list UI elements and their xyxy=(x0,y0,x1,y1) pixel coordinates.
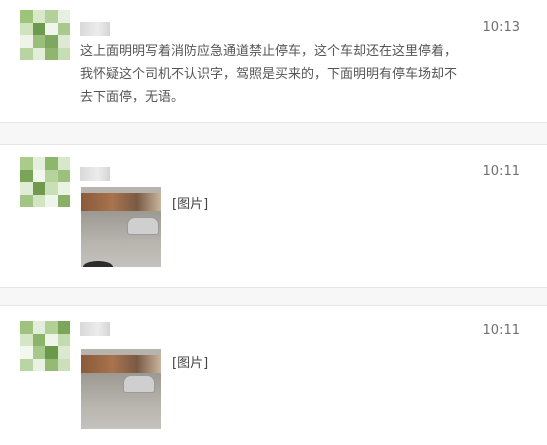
image-thumbnail[interactable] xyxy=(81,187,161,267)
message-text: 这上面明明写着消防应急通道禁止停车，这个车却还在这里停着， 我怀疑这个司机不认识… xyxy=(80,40,500,109)
message-text-line: 这上面明明写着消防应急通道禁止停车，这个车却还在这里停着， xyxy=(80,44,458,59)
avatar[interactable] xyxy=(20,157,70,207)
chat-message: 10:11 [图片] xyxy=(0,145,547,287)
chat-message: 10:13 这上面明明写着消防应急通道禁止停车，这个车却还在这里停着， 我怀疑这… xyxy=(0,0,547,122)
image-thumbnail[interactable] xyxy=(81,349,161,429)
sender-name xyxy=(80,22,110,36)
sender-name xyxy=(80,322,110,336)
avatar[interactable] xyxy=(20,10,70,60)
message-text-line: 去下面停，无语。 xyxy=(80,90,185,105)
avatar[interactable] xyxy=(20,321,70,371)
image-label: [图片] xyxy=(172,356,209,371)
image-label: [图片] xyxy=(172,197,209,212)
message-time: 10:11 xyxy=(482,323,520,338)
sender-name xyxy=(80,167,110,181)
divider xyxy=(0,123,547,145)
message-time: 10:11 xyxy=(482,164,520,179)
divider xyxy=(0,288,547,305)
message-time: 10:13 xyxy=(482,20,520,35)
chat-message: 10:11 [图片] xyxy=(0,306,547,445)
message-text-line: 我怀疑这个司机不认识字，驾照是买来的，下面明明有停车场却不 xyxy=(80,67,458,82)
